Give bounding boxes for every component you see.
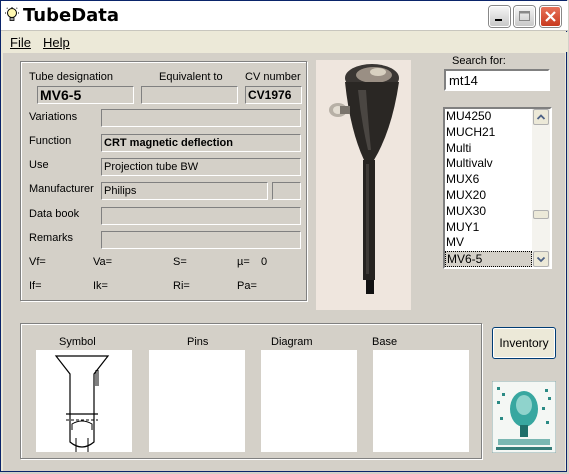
list-item[interactable]: MV <box>445 235 532 251</box>
symbol-panel <box>36 350 132 452</box>
param-ik: Ik= <box>93 280 108 292</box>
list-item[interactable]: MU4250 <box>445 109 532 125</box>
diagram-label: Diagram <box>271 336 313 348</box>
param-mu: µ= <box>237 256 250 268</box>
scroll-up-icon <box>536 114 546 120</box>
use-field[interactable]: Projection tube BW <box>101 158 301 176</box>
symbol-label: Symbol <box>59 336 96 348</box>
minimize-button[interactable] <box>489 6 510 27</box>
menu-file-label: File <box>10 35 31 50</box>
cv-number-field[interactable]: CV1976 <box>245 86 302 104</box>
window-title: TubeData <box>23 5 120 26</box>
lightbulb-icon <box>5 7 19 21</box>
equivalent-field[interactable] <box>141 86 238 104</box>
param-va: Va= <box>93 256 113 268</box>
tube-symbol <box>54 355 110 452</box>
remarks-label: Remarks <box>29 232 74 244</box>
list-item[interactable]: MUX6 <box>445 172 532 188</box>
list-scrollbar[interactable] <box>532 109 550 267</box>
menu-help[interactable]: Help <box>43 35 70 50</box>
diagram-panel <box>261 350 357 452</box>
list-item[interactable]: Multi <box>445 141 532 157</box>
menu-file[interactable]: File <box>10 35 31 50</box>
maximize-button[interactable] <box>514 6 535 27</box>
equivalent-label: Equivalent to <box>159 71 223 83</box>
maximize-icon <box>519 11 530 21</box>
function-field[interactable]: CRT magnetic deflection <box>101 134 301 152</box>
list-item[interactable]: MUCH21 <box>445 125 532 141</box>
close-icon <box>545 11 556 22</box>
scroll-thumb[interactable] <box>533 210 549 219</box>
databook-label: Data book <box>29 208 80 220</box>
tube-logo <box>492 381 556 453</box>
base-panel <box>373 350 469 452</box>
menu-help-label: Help <box>43 35 70 50</box>
tube-designation-field[interactable]: MV6-5 <box>37 86 134 104</box>
list-item[interactable]: MUX30 <box>445 204 532 220</box>
client-area: Tube designation Equivalent to CV number… <box>3 53 565 471</box>
menu-bar: File Help <box>1 32 568 52</box>
param-mu-value: 0 <box>261 256 268 268</box>
param-if: If= <box>29 280 42 292</box>
cv-number-label: CV number <box>245 71 301 83</box>
search-label: Search for: <box>452 55 506 67</box>
app-window: TubeData File Help Tube designation Equi… <box>0 0 568 472</box>
use-label: Use <box>29 159 49 171</box>
scroll-down-icon <box>536 256 546 263</box>
param-vf: Vf= <box>29 256 46 268</box>
remarks-field[interactable] <box>101 231 301 249</box>
base-label: Base <box>372 336 398 348</box>
param-pa: Pa= <box>237 280 257 292</box>
search-input[interactable] <box>444 69 550 91</box>
pins-panel <box>149 350 245 452</box>
tube-photo <box>316 60 411 310</box>
tube-list[interactable]: MU4250 MUCH21 Multi Multivalv MUX6 MUX20… <box>443 107 552 269</box>
tube-designation-label: Tube designation <box>29 71 113 83</box>
manufacturer-extra-field[interactable] <box>272 182 301 200</box>
inventory-button[interactable]: Inventory <box>492 327 556 359</box>
variations-label: Variations <box>29 111 78 123</box>
pins-label: Pins <box>187 336 209 348</box>
param-s: S= <box>173 256 187 268</box>
close-button[interactable] <box>540 6 561 27</box>
list-item[interactable]: MUY1 <box>445 220 532 236</box>
scroll-up-button[interactable] <box>533 109 549 125</box>
param-ri: Ri= <box>173 280 190 292</box>
scroll-down-button[interactable] <box>533 251 549 267</box>
manufacturer-label: Manufacturer <box>29 183 94 195</box>
list-item[interactable]: Multivalv <box>445 156 532 172</box>
manufacturer-field[interactable]: Philips <box>101 182 268 200</box>
databook-field[interactable] <box>101 207 301 225</box>
list-item-selected[interactable]: MV6-5 <box>445 251 532 267</box>
drawings-group: Symbol Pins Diagram Base <box>20 323 482 459</box>
title-bar[interactable]: TubeData <box>1 1 568 31</box>
tube-info-group: Tube designation Equivalent to CV number… <box>20 61 307 301</box>
variations-field[interactable] <box>101 109 301 127</box>
function-label: Function <box>29 135 72 147</box>
minimize-icon <box>495 19 502 21</box>
list-item[interactable]: MUX20 <box>445 188 532 204</box>
tube-list-items: MU4250 MUCH21 Multi Multivalv MUX6 MUX20… <box>445 109 532 267</box>
